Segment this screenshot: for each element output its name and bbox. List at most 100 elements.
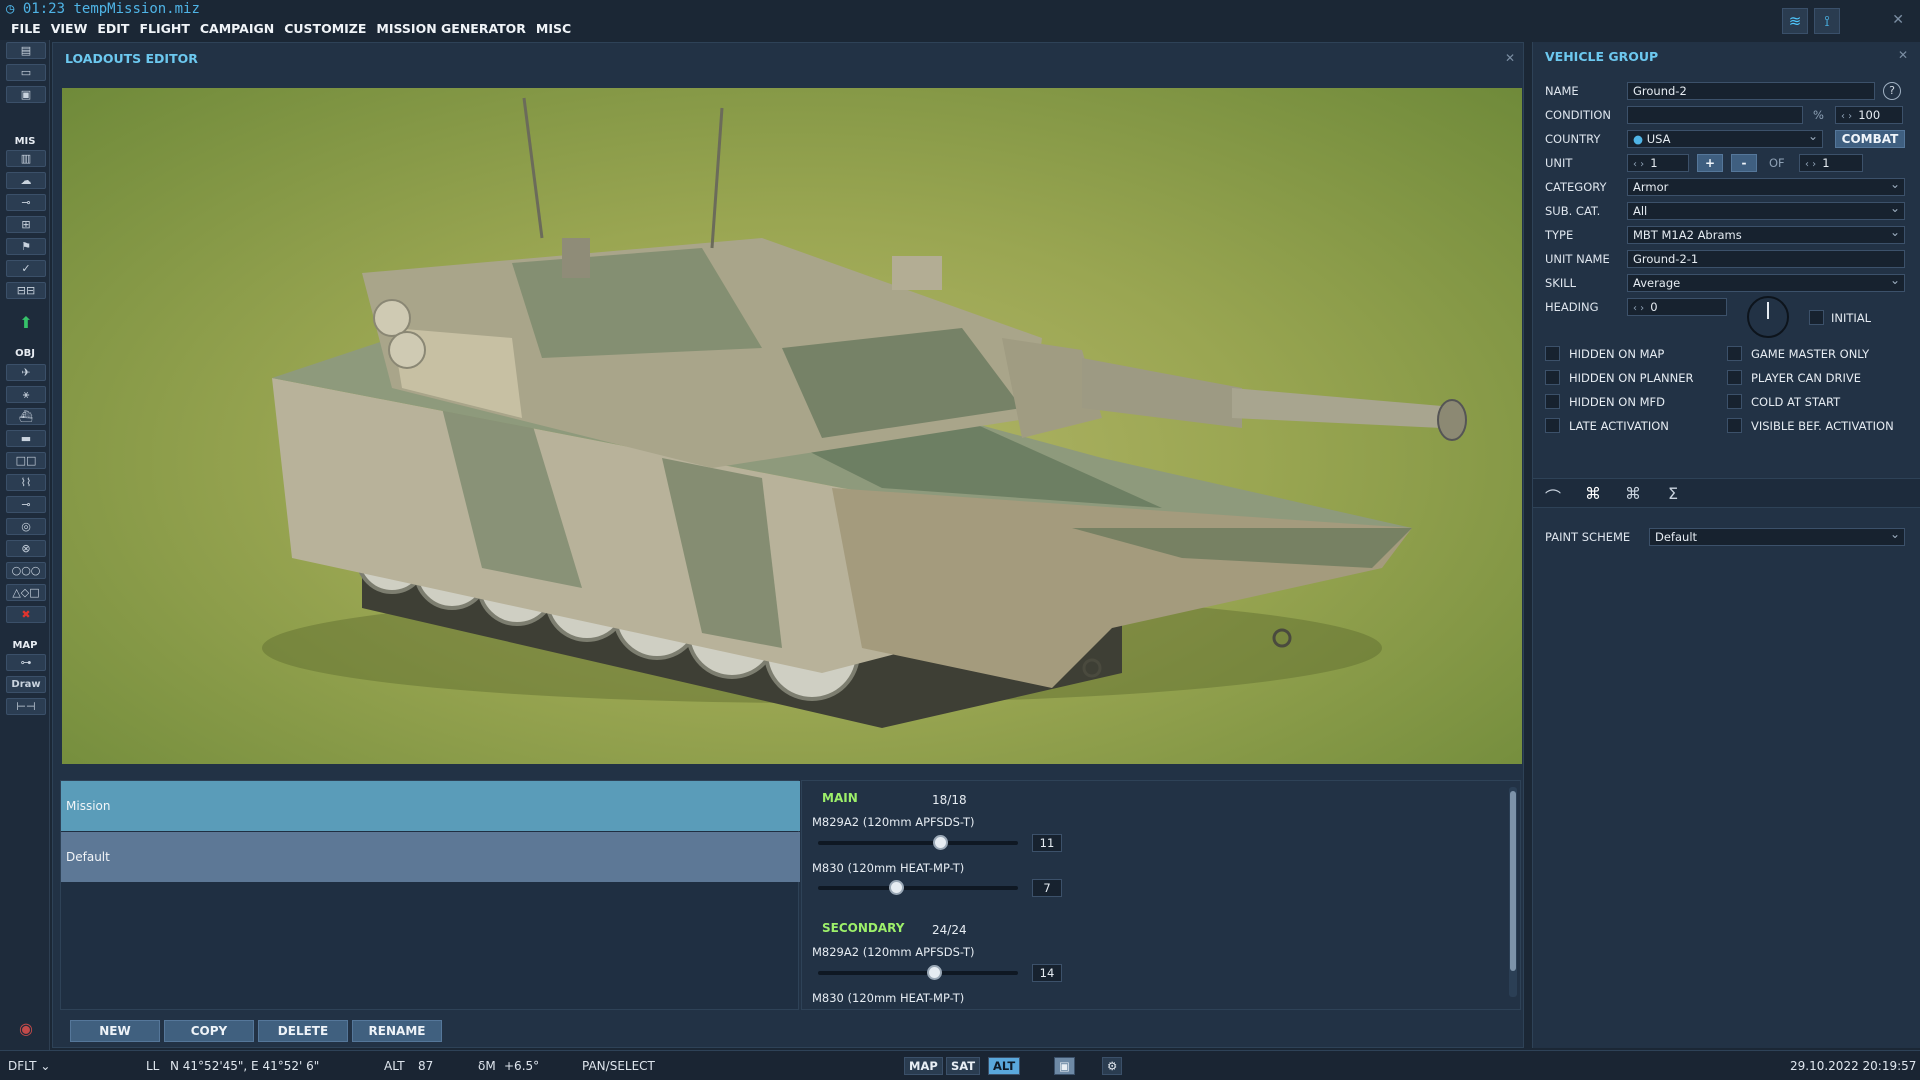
delete-icon[interactable]: ✖	[6, 606, 46, 623]
initial-checkbox[interactable]	[1809, 310, 1824, 325]
game-master-only-checkbox[interactable]	[1727, 346, 1742, 361]
slider-knob[interactable]	[927, 965, 942, 980]
loadout-item-mission[interactable]: Mission	[61, 781, 800, 831]
slider-knob[interactable]	[933, 835, 948, 850]
stepper-arrows-icon[interactable]: ‹ ›	[1841, 111, 1852, 122]
check-icon[interactable]: ✓	[6, 260, 46, 277]
country-select[interactable]: ● USA	[1627, 130, 1823, 148]
profile-select[interactable]: DFLT ⌄	[8, 1059, 50, 1073]
skill-select[interactable]: Average	[1627, 274, 1905, 292]
close-icon[interactable]: ✕	[1898, 48, 1908, 62]
ruler-icon[interactable]: ⊶	[6, 654, 46, 671]
late-activation-checkbox[interactable]	[1545, 418, 1560, 433]
new-mission-icon[interactable]: ▤	[6, 42, 46, 59]
save-mission-icon[interactable]: ▣	[6, 86, 46, 103]
remove-unit-button[interactable]: -	[1731, 154, 1757, 172]
menu-view[interactable]: VIEW	[51, 20, 88, 40]
menu-mission-generator[interactable]: MISSION GENERATOR	[376, 20, 526, 40]
cold-at-start-checkbox[interactable]	[1727, 394, 1742, 409]
vehicle-3d-preview[interactable]	[62, 88, 1522, 764]
slider-knob[interactable]	[889, 880, 904, 895]
heading-dial-icon[interactable]	[1747, 296, 1789, 338]
layers-icon[interactable]: ▣	[1054, 1057, 1075, 1075]
player-can-drive-checkbox[interactable]	[1727, 370, 1742, 385]
paint-scheme-select[interactable]: Default	[1649, 528, 1905, 546]
draw-button[interactable]: Draw	[6, 676, 46, 693]
tab-settings-icon[interactable]: ⌘	[1621, 484, 1645, 504]
main-ammo-2-slider[interactable]	[818, 880, 1018, 895]
trigger-icon[interactable]: ⊞	[6, 216, 46, 233]
app-close-icon[interactable]: ✕	[1892, 12, 1904, 28]
main-ammo-2-value[interactable]: 7	[1032, 879, 1062, 897]
up-arrow-icon[interactable]: ⬆	[6, 313, 46, 332]
help-icon[interactable]: ?	[1883, 82, 1901, 100]
unit-name-field[interactable]: Ground-2-1	[1627, 250, 1905, 268]
menu-edit[interactable]: EDIT	[97, 20, 129, 40]
toolbar-obj-label: OBJ	[15, 348, 35, 359]
briefing-icon[interactable]: ▥	[6, 150, 46, 167]
hidden-on-map-checkbox[interactable]	[1545, 346, 1560, 361]
secondary-ammo-1-slider[interactable]	[818, 965, 1018, 980]
wifi-icon[interactable]: ≋	[1782, 8, 1808, 34]
heading-field[interactable]: ‹ › 0	[1627, 298, 1727, 316]
satellite-view-button[interactable]: SAT	[946, 1057, 981, 1075]
unit-count-field[interactable]: ‹ › 1	[1799, 154, 1863, 172]
secondary-ammo-1-value[interactable]: 14	[1032, 964, 1062, 982]
main-ammo-1-slider[interactable]	[818, 835, 1018, 850]
altitude-view-button[interactable]: ALT	[988, 1057, 1021, 1075]
group-icon[interactable]: ○○○	[6, 562, 46, 579]
category-select[interactable]: Armor	[1627, 178, 1905, 196]
record-icon[interactable]: ◉	[6, 1019, 46, 1038]
new-button[interactable]: NEW	[70, 1020, 160, 1042]
visible-before-activation-checkbox[interactable]	[1727, 418, 1742, 433]
stepper-arrows-icon[interactable]: ‹ ›	[1633, 159, 1644, 170]
route-icon[interactable]: ⊸	[6, 194, 46, 211]
menu-campaign[interactable]: CAMPAIGN	[200, 20, 274, 40]
antenna-icon[interactable]: ⟟	[1814, 8, 1840, 34]
type-select[interactable]: MBT M1A2 Abrams	[1627, 226, 1905, 244]
tab-route-icon[interactable]: ⌒	[1541, 484, 1565, 507]
open-mission-icon[interactable]: ▭	[6, 64, 46, 81]
condition-bar[interactable]	[1627, 106, 1803, 124]
plane-icon[interactable]: ✈	[6, 364, 46, 381]
vehicle-icon[interactable]: ▬	[6, 430, 46, 447]
zone-icon[interactable]: ⊗	[6, 540, 46, 557]
add-unit-button[interactable]: +	[1697, 154, 1723, 172]
unit-field[interactable]: ‹ › 1	[1627, 154, 1689, 172]
hidden-on-planner-checkbox[interactable]	[1545, 370, 1560, 385]
close-icon[interactable]: ✕	[1505, 51, 1515, 65]
loadout-item-default[interactable]: Default	[61, 832, 800, 882]
delete-button[interactable]: DELETE	[258, 1020, 348, 1042]
flag-icon[interactable]: ⚑	[6, 238, 46, 255]
shapes-icon[interactable]: △◇□	[6, 584, 46, 601]
ammo-scrollbar[interactable]	[1509, 787, 1517, 997]
ship-icon[interactable]: ⛴	[6, 408, 46, 425]
menu-customize[interactable]: CUSTOMIZE	[284, 20, 366, 40]
measure-icon[interactable]: ⊢⊣	[6, 698, 46, 715]
rename-button[interactable]: RENAME	[352, 1020, 442, 1042]
formation-icon[interactable]: ⌇⌇	[6, 474, 46, 491]
combat-button[interactable]: COMBAT	[1835, 130, 1905, 148]
target-icon[interactable]: ◎	[6, 518, 46, 535]
subcat-select[interactable]: All	[1627, 202, 1905, 220]
waypoint-icon[interactable]: ⊸	[6, 496, 46, 513]
stepper-arrows-icon[interactable]: ‹ ›	[1633, 303, 1644, 314]
scrollbar-thumb[interactable]	[1510, 791, 1516, 971]
weather-icon[interactable]: ☁	[6, 172, 46, 189]
name-field[interactable]: Ground-2	[1627, 82, 1875, 100]
hidden-on-mfd-checkbox[interactable]	[1545, 394, 1560, 409]
main-ammo-1-value[interactable]: 11	[1032, 834, 1062, 852]
map-view-button[interactable]: MAP	[904, 1057, 943, 1075]
copy-button[interactable]: COPY	[164, 1020, 254, 1042]
stepper-arrows-icon[interactable]: ‹ ›	[1805, 159, 1816, 170]
menu-file[interactable]: FILE	[11, 20, 41, 40]
tab-summary-icon[interactable]: Σ	[1661, 484, 1685, 504]
settings-icon[interactable]: ⚙	[1102, 1057, 1123, 1075]
static-icon[interactable]: □□	[6, 452, 46, 469]
tab-loadout-icon[interactable]: ⌘	[1581, 484, 1605, 504]
sequence-icon[interactable]: ⊟⊟	[6, 282, 46, 299]
menu-misc[interactable]: MISC	[536, 20, 571, 40]
helicopter-icon[interactable]: ⚹	[6, 386, 46, 403]
menu-flight[interactable]: FLIGHT	[139, 20, 189, 40]
condition-value-field[interactable]: ‹ › 100	[1835, 106, 1903, 124]
